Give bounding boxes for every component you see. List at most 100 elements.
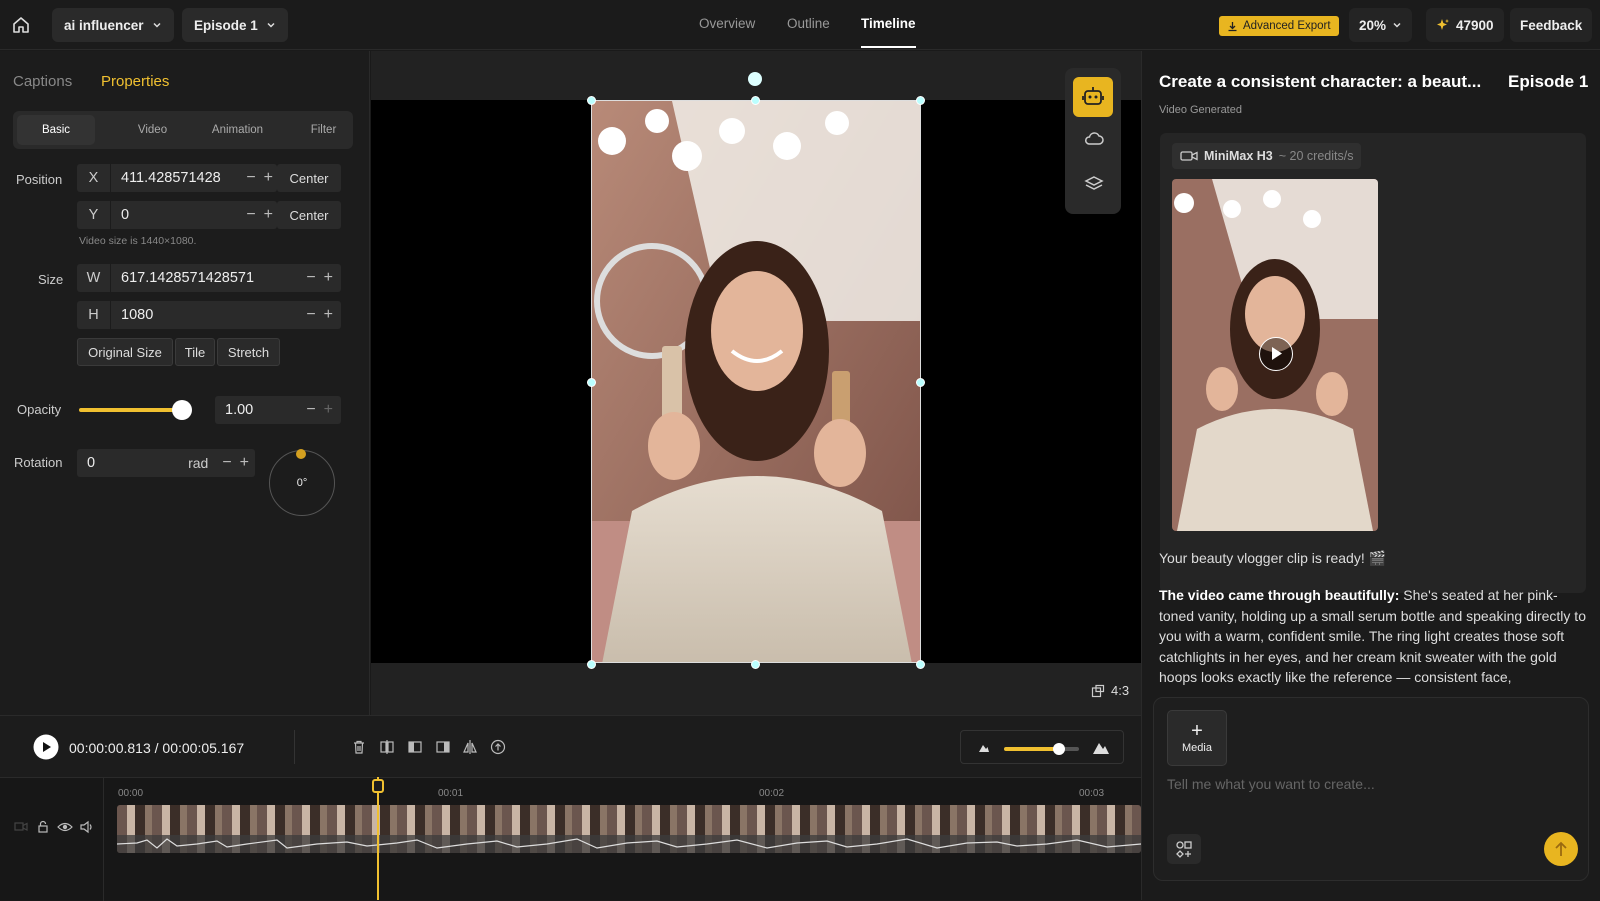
resize-handle[interactable] — [916, 96, 925, 105]
tab-overview[interactable]: Overview — [699, 16, 755, 31]
video-thumbnail[interactable] — [1172, 179, 1378, 531]
subtab-filter[interactable]: Filter — [281, 111, 366, 149]
feedback-button[interactable]: Feedback — [1510, 8, 1593, 42]
video-clip[interactable] — [117, 805, 1141, 853]
trim-left-icon[interactable] — [407, 739, 423, 755]
zoom-in-icon[interactable] — [1092, 739, 1110, 757]
aspect-ratio-selector[interactable]: 4:3 — [1091, 683, 1129, 698]
rotate-handle[interactable] — [748, 72, 762, 86]
audio-waveform — [117, 835, 1141, 853]
resize-handle[interactable] — [587, 378, 596, 387]
opacity-field[interactable]: 1.00 − + — [215, 396, 341, 424]
opacity-slider-track[interactable] — [79, 408, 183, 412]
resize-handle[interactable] — [916, 378, 925, 387]
model-cost: ~ 20 credits/s — [1278, 149, 1354, 163]
subtab-video[interactable]: Video — [110, 111, 195, 149]
width-field[interactable]: W 617.1428571428571 − + — [77, 264, 341, 292]
increment-icon[interactable]: + — [236, 454, 255, 472]
rotation-field[interactable]: 0 rad − + — [77, 449, 255, 477]
y-value[interactable]: 0 — [111, 207, 242, 223]
rotation-value[interactable]: 0 — [77, 455, 188, 471]
flip-icon[interactable] — [462, 739, 478, 755]
home-icon[interactable] — [10, 14, 32, 36]
layers-icon[interactable] — [1083, 173, 1105, 195]
credits-badge[interactable]: 47900 — [1426, 8, 1504, 42]
lock-icon[interactable] — [36, 820, 50, 834]
tab-outline[interactable]: Outline — [787, 16, 830, 31]
tab-timeline[interactable]: Timeline — [861, 16, 916, 48]
play-icon[interactable] — [33, 734, 59, 760]
ready-text: Your beauty vlogger clip is ready! 🎬 — [1159, 550, 1387, 566]
model-name: MiniMax H3 — [1204, 149, 1273, 163]
subtab-animation[interactable]: Animation — [195, 111, 280, 149]
increment-icon[interactable]: + — [320, 306, 341, 324]
upload-icon[interactable] — [490, 739, 506, 755]
resize-handle[interactable] — [587, 660, 596, 669]
prompt-input[interactable]: Tell me what you want to create... — [1167, 776, 1375, 792]
split-icon[interactable] — [379, 739, 395, 755]
rotation-dial[interactable]: 0° — [269, 450, 335, 516]
episode-selector[interactable]: Episode 1 — [182, 8, 288, 42]
increment-icon[interactable]: + — [320, 401, 341, 419]
zoom-selector[interactable]: 20% — [1349, 8, 1413, 42]
center-x-button[interactable]: Center — [277, 164, 341, 192]
aspect-ratio-icon — [1091, 684, 1105, 697]
trash-icon[interactable] — [351, 739, 367, 755]
rotation-dial-handle[interactable] — [296, 449, 306, 459]
resize-handle[interactable] — [751, 660, 760, 669]
y-field[interactable]: Y 0 − + — [77, 201, 277, 229]
opacity-slider-handle[interactable] — [172, 400, 192, 420]
increment-icon[interactable]: + — [260, 206, 277, 224]
x-value[interactable]: 411.428571428 — [111, 170, 242, 186]
ai-assistant-button[interactable] — [1073, 77, 1113, 117]
resize-handle[interactable] — [916, 660, 925, 669]
height-field[interactable]: H 1080 − + — [77, 301, 341, 329]
trim-right-icon[interactable] — [435, 739, 451, 755]
decrement-icon[interactable]: − — [302, 306, 319, 324]
tile-button[interactable]: Tile — [175, 338, 215, 366]
playhead-handle[interactable] — [372, 779, 384, 793]
video-frame[interactable] — [591, 100, 921, 663]
increment-icon[interactable]: + — [320, 269, 341, 287]
zoom-out-icon[interactable] — [977, 741, 991, 755]
increment-icon[interactable]: + — [260, 169, 277, 187]
rotation-label: Rotation — [14, 455, 63, 470]
tab-properties[interactable]: Properties — [101, 73, 169, 90]
chevron-down-icon — [267, 22, 275, 28]
resize-handle[interactable] — [587, 96, 596, 105]
chevron-down-icon — [1393, 22, 1401, 28]
eye-icon[interactable] — [57, 820, 73, 834]
project-selector[interactable]: ai influencer — [52, 8, 174, 42]
decrement-icon[interactable]: − — [218, 454, 235, 472]
decrement-icon[interactable]: − — [302, 401, 319, 419]
x-field[interactable]: X 411.428571428 − + — [77, 164, 277, 192]
tools-button[interactable] — [1167, 834, 1201, 864]
original-size-button[interactable]: Original Size — [77, 338, 173, 366]
plus-icon: + — [1191, 720, 1203, 742]
stretch-button[interactable]: Stretch — [217, 338, 280, 366]
resize-handle[interactable] — [751, 96, 760, 105]
center-y-button[interactable]: Center — [277, 201, 341, 229]
advanced-export-button[interactable]: Advanced Export — [1219, 16, 1339, 36]
opacity-value[interactable]: 1.00 — [215, 402, 302, 418]
decrement-icon[interactable]: − — [242, 169, 259, 187]
project-title: Create a consistent character: a beaut..… — [1159, 72, 1482, 91]
height-value[interactable]: 1080 — [111, 307, 302, 323]
send-button[interactable] — [1544, 832, 1578, 866]
volume-icon[interactable] — [79, 820, 95, 834]
playhead[interactable] — [377, 777, 379, 900]
top-bar: ai influencer Episode 1 Overview Outline… — [0, 0, 1600, 50]
zoom-slider-fill[interactable] — [1004, 747, 1059, 751]
add-media-button[interactable]: + Media — [1167, 710, 1227, 766]
play-video-button[interactable] — [1259, 337, 1293, 371]
width-value[interactable]: 617.1428571428571 — [111, 270, 302, 286]
tab-captions[interactable]: Captions — [13, 73, 72, 90]
property-subtabs: Basic Video Animation Filter — [13, 111, 353, 149]
decrement-icon[interactable]: − — [242, 206, 259, 224]
decrement-icon[interactable]: − — [302, 269, 319, 287]
cloud-icon[interactable] — [1083, 128, 1105, 150]
status-text: Video Generated — [1159, 104, 1242, 116]
zoom-slider-handle[interactable] — [1053, 743, 1065, 755]
subtab-basic[interactable]: Basic — [17, 115, 95, 145]
time-separator: / — [154, 740, 159, 756]
